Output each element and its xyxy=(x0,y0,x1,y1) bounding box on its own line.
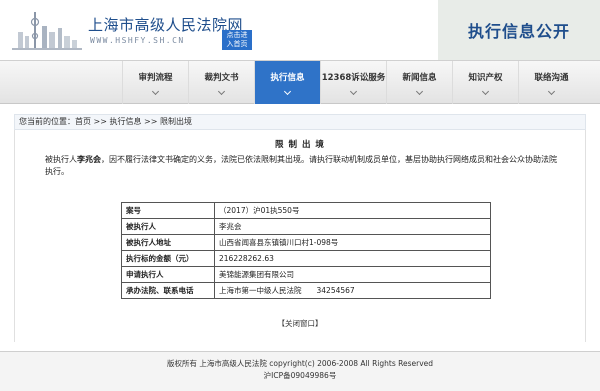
table-row: 申请执行人 美锦能源集团有限公司 xyxy=(121,266,491,283)
site-header: 上海市高级人民法院网 WWW.HSHFY.SH.CN 点击进 入首页 执行信息公… xyxy=(0,0,600,60)
notice-person-name: 李兆会 xyxy=(77,155,101,164)
chevron-down-icon xyxy=(547,87,556,96)
nav-item-label: 裁判文书 xyxy=(204,73,239,83)
chevron-down-icon xyxy=(481,87,490,96)
nav-item-label: 新闻信息 xyxy=(402,73,437,83)
chevron-down-icon xyxy=(217,87,226,96)
table-row: 被执行人地址 山西省闻喜县东镇镇川口村1-098号 xyxy=(121,234,491,251)
table-row: 案号 （2017）沪01执550号 xyxy=(121,202,491,219)
nav-item-label: 知识产权 xyxy=(468,73,503,83)
breadcrumb-prefix: 您当前的位置： xyxy=(19,117,75,126)
breadcrumb-current: 限制出境 xyxy=(160,117,192,126)
table-row: 承办法院、联系电话 上海市第一中级人民法院 34254567 xyxy=(121,282,491,299)
table-row: 被执行人 李兆会 xyxy=(121,218,491,235)
nav-item-label: 审判流程 xyxy=(138,73,173,83)
row-key: 承办法院、联系电话 xyxy=(121,282,215,299)
notice-lead: 被执行人 xyxy=(45,155,77,164)
banner-title: 执行信息公开 xyxy=(467,22,570,41)
row-key: 案号 xyxy=(121,202,215,219)
table-row: 执行标的金额（元） 216228262.63 xyxy=(121,250,491,267)
notice-content: 限 制 出 境 被执行人李兆会，因不履行法律文书确定的义务，法院已依法限制其出境… xyxy=(14,130,586,342)
nav-item-trial-process[interactable]: 审判流程 xyxy=(122,61,188,104)
nav-item-news[interactable]: 新闻信息 xyxy=(386,61,452,104)
row-value: 山西省闻喜县东镇镇川口村1-098号 xyxy=(214,234,491,251)
breadcrumb-section-link[interactable]: 执行信息 xyxy=(110,117,142,126)
notice-body: 被执行人李兆会，因不履行法律文书确定的义务，法院已依法限制其出境。请执行联动机制… xyxy=(15,150,585,178)
row-key: 被执行人地址 xyxy=(121,234,215,251)
nav-item-judgments[interactable]: 裁判文书 xyxy=(188,61,254,104)
execution-info-table: 案号 （2017）沪01执550号 被执行人 李兆会 被执行人地址 山西省闻喜县… xyxy=(121,202,491,299)
footer-copyright: 版权所有 上海市高级人民法院 copyright(c) 2006-2008 Al… xyxy=(166,359,434,368)
row-key: 申请执行人 xyxy=(121,266,215,283)
main-nav: 审判流程 裁判文书 执行信息 12368诉讼服务 新闻信息 知识产权 联络沟通 xyxy=(0,60,600,104)
row-value: 216228262.63 xyxy=(214,250,491,267)
nav-item-execution-info[interactable]: 执行信息 xyxy=(254,61,320,104)
row-value: 上海市第一中级人民法院 34254567 xyxy=(214,282,491,299)
enter-button-line2: 入首页 xyxy=(226,40,248,48)
enter-homepage-button[interactable]: 点击进 入首页 xyxy=(222,30,252,50)
footer-icp: 沪ICP备09049986号 xyxy=(263,371,337,380)
chevron-down-icon xyxy=(349,87,358,96)
notice-text: ，因不履行法律文书确定的义务，法院已依法限制其出境。请执行联动机制成员单位，基层… xyxy=(45,155,557,176)
site-url: WWW.HSHFY.SH.CN xyxy=(90,36,185,45)
row-value: 李兆会 xyxy=(214,218,491,235)
nav-item-label: 执行信息 xyxy=(270,73,305,83)
row-value: 美锦能源集团有限公司 xyxy=(214,266,491,283)
nav-item-label: 联络沟通 xyxy=(534,73,569,83)
nav-item-12368-service[interactable]: 12368诉讼服务 xyxy=(320,61,386,104)
enter-button-line1: 点击进 xyxy=(226,31,248,39)
row-key: 被执行人 xyxy=(121,218,215,235)
breadcrumb-separator: >> xyxy=(144,117,158,126)
row-value: （2017）沪01执550号 xyxy=(214,202,491,219)
site-footer: 版权所有 上海市高级人民法院 copyright(c) 2006-2008 Al… xyxy=(0,351,600,391)
notice-title: 限 制 出 境 xyxy=(275,140,325,150)
exec-info-banner: 执行信息公开 xyxy=(438,0,600,60)
site-title: 上海市高级人民法院网 xyxy=(88,16,244,34)
nav-item-ip[interactable]: 知识产权 xyxy=(452,61,518,104)
close-window-link[interactable]: 【关闭窗口】 xyxy=(15,318,585,329)
chevron-down-icon xyxy=(415,87,424,96)
chevron-down-icon xyxy=(151,87,160,96)
row-key: 执行标的金额（元） xyxy=(121,250,215,267)
chevron-down-icon xyxy=(283,87,292,96)
nav-item-contact[interactable]: 联络沟通 xyxy=(518,61,584,104)
breadcrumb: 您当前的位置：首页 >> 执行信息 >> 限制出境 xyxy=(14,114,586,130)
shanghai-skyline-logo-icon xyxy=(12,12,82,50)
nav-item-label: 12368诉讼服务 xyxy=(321,73,386,83)
breadcrumb-separator: >> xyxy=(93,117,107,126)
breadcrumb-home-link[interactable]: 首页 xyxy=(75,117,91,126)
